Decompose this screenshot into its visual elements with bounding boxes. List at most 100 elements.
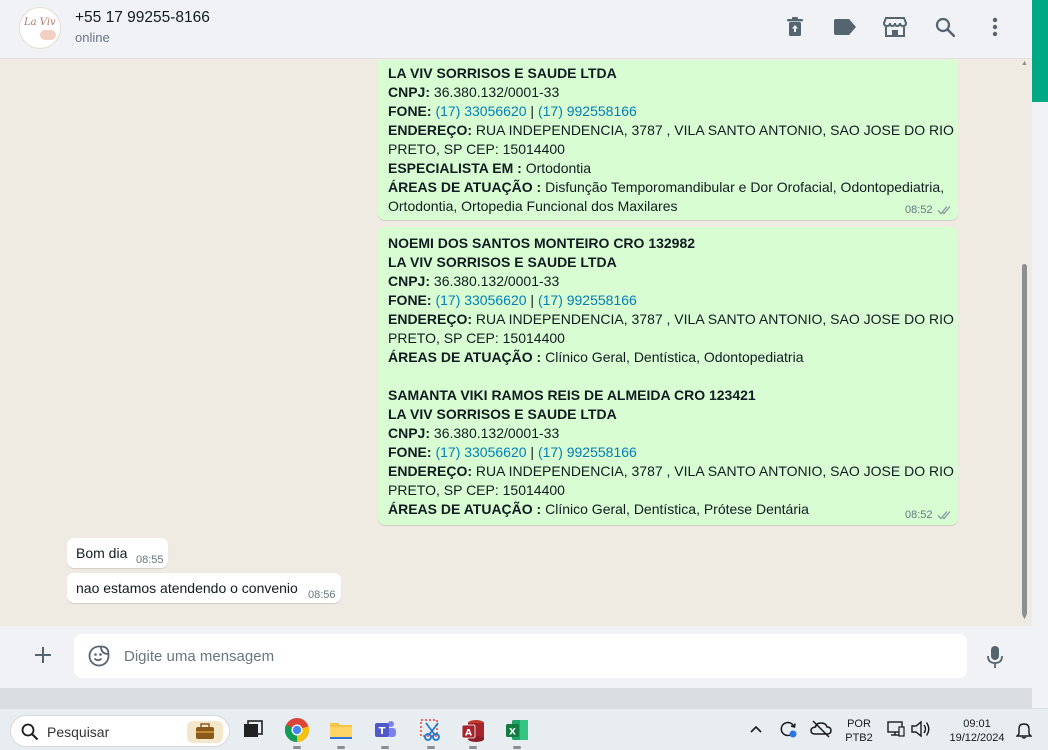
task-view-icon[interactable] — [240, 717, 266, 743]
chat-header[interactable]: La Viv +55 17 99255-8166 online — [0, 0, 1032, 59]
access-icon[interactable]: A — [460, 717, 486, 743]
message-input-box[interactable] — [74, 634, 967, 678]
snipping-tool-icon[interactable] — [418, 717, 444, 743]
input-language[interactable]: POR PTB2 — [840, 717, 878, 745]
teams-icon[interactable]: T — [372, 717, 398, 743]
message-time: 08:52 — [905, 509, 933, 521]
message-text: nao estamos atendendo o convenio — [76, 580, 298, 596]
svg-text:A: A — [465, 729, 472, 739]
attach-plus-icon[interactable] — [28, 640, 58, 670]
active-app-indicator — [469, 746, 477, 749]
cnpj-label: CNPJ: — [388, 273, 431, 289]
volume-icon[interactable] — [910, 719, 932, 744]
search-icon — [21, 723, 39, 741]
message-time: 08:55 — [136, 554, 164, 566]
cnpj-value: 36.380.132/0001-33 — [433, 84, 560, 100]
address-value: RUA INDEPENDENCIA, 3787 , VILA SANTO ANT… — [475, 463, 954, 479]
areas-value: Disfunção Temporomandibular e Dor Orofac… — [545, 179, 945, 195]
contact-avatar[interactable]: La Viv — [19, 7, 61, 49]
svg-text:T: T — [379, 726, 386, 737]
specialty-label: ESPECIALISTA EM : — [388, 160, 522, 176]
microphone-icon[interactable] — [982, 642, 1008, 672]
double-check-icon — [937, 206, 951, 215]
incoming-message[interactable]: Bom dia 08:55 — [67, 538, 168, 568]
chat-scrollbar[interactable]: ▲ ▼ — [1021, 60, 1028, 621]
address-value-continued: PRETO, SP CEP: 15014400 — [388, 482, 565, 498]
active-app-indicator — [381, 746, 389, 749]
search-label: Pesquisar — [47, 724, 110, 740]
message-list[interactable]: LA VIV SORRISOS E SAUDE LTDA CNPJ: 36.38… — [4, 60, 1032, 626]
areas-label: ÁREAS DE ATUAÇÃO : — [388, 349, 542, 365]
active-app-indicator — [513, 746, 521, 749]
whatsapp-window: La Viv +55 17 99255-8166 online LA VIV S… — [0, 0, 1032, 688]
scroll-up-arrow-icon[interactable]: ▲ — [1021, 60, 1028, 67]
address-value-continued: PRETO, SP CEP: 15014400 — [388, 330, 565, 346]
windows-taskbar: Pesquisar T A X POR PTB2 09:01 19/12/202… — [0, 708, 1048, 750]
avatar-logo-mark — [40, 30, 56, 40]
message-meta: 08:52 — [905, 509, 953, 521]
chrome-icon[interactable] — [284, 717, 310, 743]
phone-link[interactable]: (17) 992558166 — [538, 292, 637, 308]
incoming-message[interactable]: nao estamos atendendo o convenio 08:56 — [67, 573, 341, 603]
phone-link[interactable]: (17) 33056620 — [435, 103, 526, 119]
file-explorer-icon[interactable] — [328, 717, 354, 743]
cnpj-value: 36.380.132/0001-33 — [433, 273, 560, 289]
menu-dots-icon[interactable] — [980, 12, 1010, 42]
cnpj-value: 36.380.132/0001-33 — [433, 425, 560, 441]
phone-separator: | — [530, 444, 535, 460]
company-line: LA VIV SORRISOS E SAUDE LTDA — [388, 254, 617, 270]
notification-bell-icon[interactable] — [1015, 721, 1033, 744]
sync-icon[interactable] — [778, 719, 798, 744]
phone-link[interactable]: (17) 992558166 — [538, 103, 637, 119]
double-check-icon — [937, 511, 951, 520]
search-icon[interactable] — [930, 12, 960, 42]
outgoing-message[interactable]: NOEMI DOS SANTOS MONTEIRO CRO 132982 LA … — [378, 227, 958, 525]
areas-label: ÁREAS DE ATUAÇÃO : — [388, 501, 542, 517]
address-label: ENDEREÇO: — [388, 463, 473, 479]
contact-status: online — [75, 30, 110, 45]
display-network-icon[interactable] — [886, 719, 906, 744]
address-value: RUA INDEPENDENCIA, 3787 , VILA SANTO ANT… — [475, 122, 954, 138]
contact-name[interactable]: +55 17 99255-8166 — [75, 9, 210, 27]
address-label: ENDEREÇO: — [388, 311, 473, 327]
trash-icon[interactable] — [780, 12, 810, 42]
excel-icon[interactable]: X — [504, 717, 530, 743]
scrollbar-thumb[interactable] — [1022, 264, 1027, 616]
cut-off-line — [388, 60, 950, 64]
label-icon[interactable] — [830, 12, 860, 42]
phone-separator: | — [530, 103, 535, 119]
active-app-indicator — [293, 746, 301, 749]
sticker-emoji-icon[interactable] — [88, 645, 110, 667]
areas-value-continued: Ortodontia, Ortopedia Funcional dos Maxi… — [388, 198, 678, 214]
scroll-down-arrow-icon[interactable]: ▼ — [1021, 614, 1028, 621]
clock-time: 09:01 — [963, 718, 991, 730]
message-time: 08:52 — [905, 204, 933, 216]
background-window-edge — [1032, 0, 1048, 708]
clock[interactable]: 09:01 19/12/2024 — [940, 717, 1014, 745]
phone-link[interactable]: (17) 33056620 — [435, 444, 526, 460]
phone-link[interactable]: (17) 33056620 — [435, 292, 526, 308]
address-label: ENDEREÇO: — [388, 122, 473, 138]
avatar-logo-text: La Viv — [24, 17, 56, 28]
message-composer — [0, 626, 1032, 688]
phone-link[interactable]: (17) 992558166 — [538, 444, 637, 460]
svg-text:X: X — [509, 728, 516, 738]
dentist-name: NOEMI DOS SANTOS MONTEIRO CRO 132982 — [388, 235, 696, 251]
clock-date: 19/12/2024 — [949, 732, 1005, 744]
outgoing-message[interactable]: LA VIV SORRISOS E SAUDE LTDA CNPJ: 36.38… — [378, 60, 958, 220]
message-text: NOEMI DOS SANTOS MONTEIRO CRO 132982 LA … — [388, 234, 954, 519]
briefcase-icon[interactable] — [187, 721, 223, 743]
cloud-offline-icon[interactable] — [810, 719, 832, 744]
language-code: POR — [847, 718, 871, 730]
background-window-accent — [1032, 0, 1048, 102]
message-input[interactable] — [124, 634, 944, 678]
taskbar-search[interactable]: Pesquisar — [10, 715, 230, 747]
company-line: LA VIV SORRISOS E SAUDE LTDA — [388, 406, 617, 422]
specialty-value: Ortodontia — [525, 160, 592, 176]
cnpj-label: CNPJ: — [388, 425, 431, 441]
store-icon[interactable] — [880, 12, 910, 42]
phone-label: FONE: — [388, 103, 432, 119]
chevron-up-icon[interactable] — [748, 721, 764, 742]
areas-label: ÁREAS DE ATUAÇÃO : — [388, 179, 542, 195]
window-bottom-gap — [0, 688, 1032, 708]
